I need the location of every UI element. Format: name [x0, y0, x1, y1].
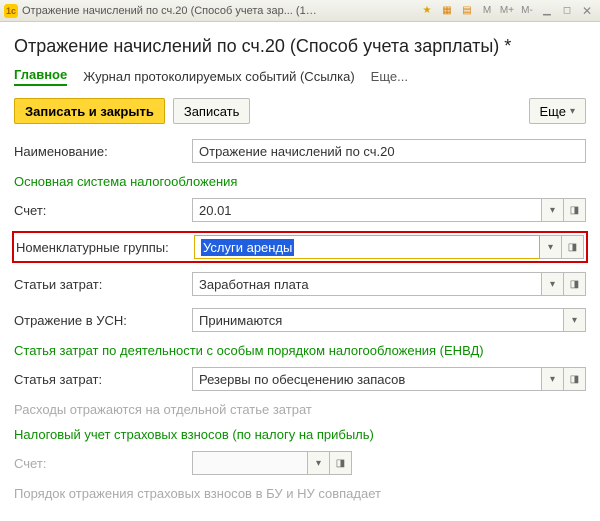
- write-and-close-button[interactable]: Записать и закрыть: [14, 98, 165, 124]
- cost-item2-open-icon[interactable]: ◨: [564, 367, 586, 391]
- toolbar-icon-1[interactable]: ▦: [438, 3, 456, 19]
- page-title: Отражение начислений по сч.20 (Способ уч…: [14, 36, 586, 57]
- row-name: Наименование: Отражение начислений по сч…: [14, 138, 586, 164]
- row-cost-items: Статьи затрат: Заработная плата ▾ ◨: [14, 271, 586, 297]
- nomenclature-dropdown-icon[interactable]: ▾: [540, 235, 562, 259]
- cost-items-dropdown-icon[interactable]: ▾: [542, 272, 564, 296]
- content: Отражение начислений по сч.20 (Способ уч…: [0, 22, 600, 521]
- usn-label: Отражение в УСН:: [14, 313, 192, 328]
- window-title: Отражение начислений по сч.20 (Способ уч…: [22, 5, 322, 17]
- account2-input: [192, 451, 308, 475]
- row-account2: Счет: ▾ ◨: [14, 450, 586, 476]
- account-dropdown-icon[interactable]: ▾: [542, 198, 564, 222]
- calc-m-minus-button[interactable]: M-: [518, 3, 536, 19]
- cost-item2-dropdown-icon[interactable]: ▾: [542, 367, 564, 391]
- account-label: Счет:: [14, 203, 192, 218]
- section-main-tax: Основная система налогообложения: [14, 174, 586, 189]
- nomenclature-value-selected: Услуги аренды: [201, 239, 294, 256]
- note-envd: Расходы отражаются на отдельной статье з…: [14, 402, 586, 417]
- nomenclature-input[interactable]: Услуги аренды: [194, 235, 540, 259]
- cost-items-input[interactable]: Заработная плата: [192, 272, 542, 296]
- favorite-icon[interactable]: ★: [418, 3, 436, 19]
- maximize-icon[interactable]: ◻: [558, 3, 576, 19]
- cost-item2-input[interactable]: Резервы по обесценению запасов: [192, 367, 542, 391]
- titlebar: 1c Отражение начислений по сч.20 (Способ…: [0, 0, 600, 22]
- row-usn: Отражение в УСН: Принимаются ▾: [14, 307, 586, 333]
- tab-journal[interactable]: Журнал протоколируемых событий (Ссылка): [83, 69, 354, 84]
- note-insurance: Порядок отражения страховых взносов в БУ…: [14, 486, 586, 501]
- usn-dropdown-icon[interactable]: ▾: [564, 308, 586, 332]
- cost-items-open-icon[interactable]: ◨: [564, 272, 586, 296]
- write-button[interactable]: Записать: [173, 98, 251, 124]
- account2-open-icon: ◨: [330, 451, 352, 475]
- calc-m-plus-button[interactable]: M+: [498, 3, 516, 19]
- close-icon[interactable]: ✕: [578, 3, 596, 19]
- cost-items-label: Статьи затрат:: [14, 277, 192, 292]
- tab-main[interactable]: Главное: [14, 67, 67, 86]
- toolbar-icon-2[interactable]: ▤: [458, 3, 476, 19]
- calc-m-button[interactable]: M: [478, 3, 496, 19]
- name-label: Наименование:: [14, 144, 192, 159]
- section-insurance: Налоговый учет страховых взносов (по нал…: [14, 427, 586, 442]
- account2-dropdown-icon: ▾: [308, 451, 330, 475]
- cost-item2-label: Статья затрат:: [14, 372, 192, 387]
- account-open-icon[interactable]: ◨: [564, 198, 586, 222]
- command-bar: Главное Журнал протоколируемых событий (…: [14, 67, 586, 86]
- name-input[interactable]: Отражение начислений по сч.20: [192, 139, 586, 163]
- row-nomenclature-groups: Номенклатурные группы: Услуги аренды ▾ ◨: [12, 231, 588, 263]
- nomenclature-open-icon[interactable]: ◨: [562, 235, 584, 259]
- toolbar: Записать и закрыть Записать Еще: [14, 98, 586, 124]
- minimize-icon[interactable]: ▁: [538, 3, 556, 19]
- more-button[interactable]: Еще: [529, 98, 586, 124]
- account2-label: Счет:: [14, 456, 192, 471]
- nomenclature-label: Номенклатурные группы:: [16, 240, 194, 255]
- row-account: Счет: 20.01 ▾ ◨: [14, 197, 586, 223]
- app-icon: 1c: [4, 4, 18, 18]
- row-cost-item2: Статья затрат: Резервы по обесценению за…: [14, 366, 586, 392]
- tab-more[interactable]: Еще...: [371, 69, 408, 84]
- usn-input[interactable]: Принимаются: [192, 308, 564, 332]
- section-envd: Статья затрат по деятельности с особым п…: [14, 343, 586, 358]
- account-input[interactable]: 20.01: [192, 198, 542, 222]
